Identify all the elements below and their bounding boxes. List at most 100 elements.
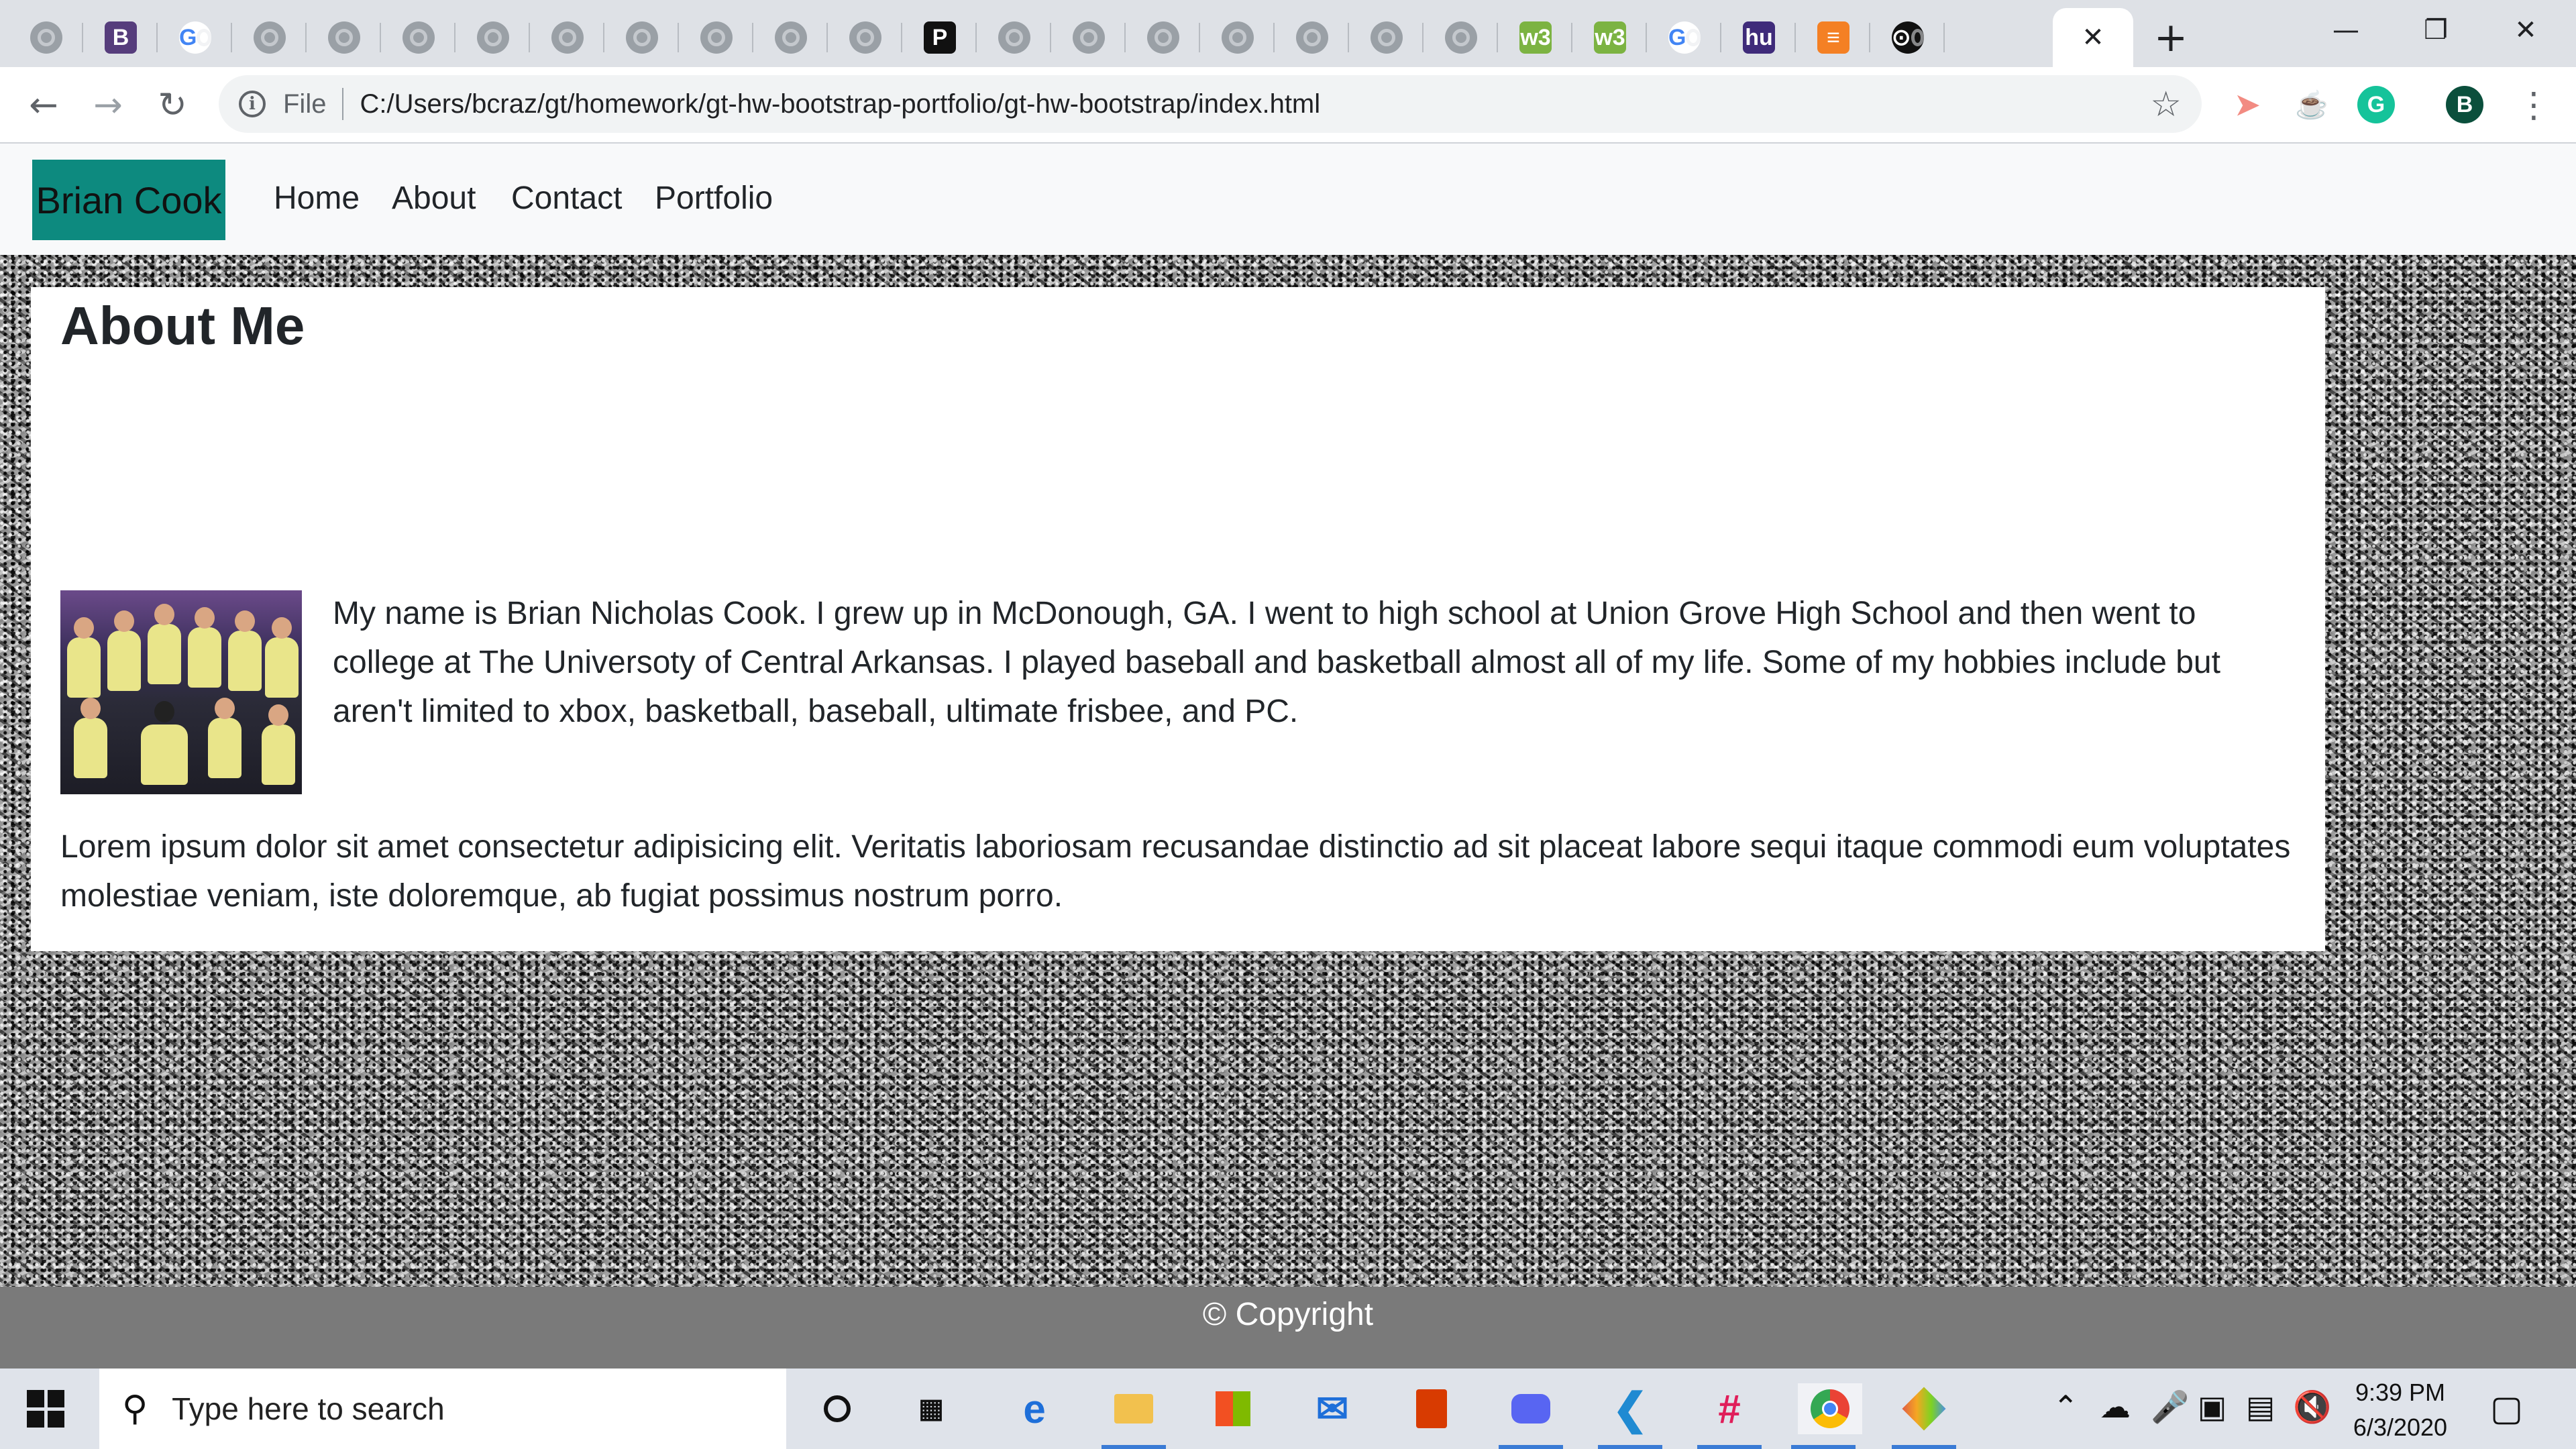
- minimize-button[interactable]: —: [2302, 0, 2390, 60]
- browser-tab[interactable]: [9, 8, 83, 67]
- gitkraken-icon[interactable]: [1892, 1383, 1956, 1449]
- slack-icon[interactable]: #: [1697, 1383, 1762, 1449]
- browser-tab[interactable]: [1126, 8, 1200, 67]
- globe-icon: [1073, 21, 1105, 54]
- tab-separator: [1571, 23, 1572, 52]
- scheme-label: File: [283, 89, 327, 119]
- profile-initial: B: [2456, 91, 2473, 117]
- address-bar[interactable]: i File C:/Users/bcraz/gt/homework/gt-hw-…: [219, 75, 2202, 133]
- browser-tab[interactable]: [1275, 8, 1349, 67]
- tab-separator: [826, 23, 828, 52]
- site-navbar: Brian Cook Home About Contact Portfolio: [0, 144, 2576, 255]
- battery-icon[interactable]: ▣: [2198, 1389, 2226, 1425]
- chrome-icon[interactable]: [1791, 1383, 1862, 1449]
- back-button[interactable]: ←: [20, 82, 67, 129]
- restore-button[interactable]: ❐: [2392, 0, 2479, 60]
- network-icon[interactable]: ▤: [2246, 1389, 2275, 1425]
- browser-tab[interactable]: G: [158, 8, 232, 67]
- globe-icon: [1296, 21, 1328, 54]
- tab-separator: [1273, 23, 1275, 52]
- office-icon[interactable]: [1406, 1383, 1457, 1434]
- forward-button[interactable]: →: [85, 82, 131, 129]
- extension-arrow-icon[interactable]: ➤: [2229, 86, 2266, 123]
- show-hidden-icons-icon[interactable]: ⌃: [2053, 1389, 2079, 1425]
- file-explorer-icon[interactable]: [1102, 1383, 1166, 1449]
- nav-link-portfolio[interactable]: Portfolio: [655, 180, 773, 217]
- globe-icon: [1445, 21, 1477, 54]
- browser-tab[interactable]: w3: [1573, 8, 1647, 67]
- windows-start-icon[interactable]: [27, 1390, 64, 1428]
- browser-tab[interactable]: [605, 8, 679, 67]
- browser-tab[interactable]: ≡: [1796, 8, 1870, 67]
- browser-tab[interactable]: [754, 8, 828, 67]
- search-placeholder: Type here to search: [172, 1391, 445, 1426]
- browser-tab[interactable]: ⊙: [1871, 8, 1945, 67]
- onedrive-icon[interactable]: ☁: [2100, 1389, 2131, 1425]
- globe-icon: [998, 21, 1030, 54]
- browser-tab[interactable]: B: [84, 8, 158, 67]
- browser-tab[interactable]: [382, 8, 455, 67]
- tab-favicon-icon: ⊙: [1892, 21, 1924, 54]
- tab-separator: [454, 23, 455, 52]
- browser-tab[interactable]: [1201, 8, 1275, 67]
- volume-muted-icon[interactable]: 🔇: [2293, 1389, 2331, 1426]
- globe-icon: [849, 21, 881, 54]
- taskbar-search-box[interactable]: ⚲ Type here to search: [99, 1368, 786, 1449]
- browser-tab[interactable]: hu: [1722, 8, 1796, 67]
- browser-tab[interactable]: [531, 8, 604, 67]
- browser-tab[interactable]: [233, 8, 307, 67]
- bookmark-star-icon[interactable]: ☆: [2150, 85, 2182, 125]
- reload-button[interactable]: ↻: [149, 82, 196, 129]
- browser-tab[interactable]: [456, 8, 530, 67]
- url-text[interactable]: C:/Users/bcraz/gt/homework/gt-hw-bootstr…: [360, 89, 1320, 119]
- vscode-icon[interactable]: ❮: [1598, 1383, 1662, 1449]
- microphone-icon[interactable]: 🎤: [2151, 1389, 2189, 1426]
- mail-icon[interactable]: ✉: [1307, 1383, 1358, 1434]
- microsoft-store-icon[interactable]: [1208, 1383, 1258, 1434]
- tab-separator: [156, 23, 158, 52]
- extension-cup-icon[interactable]: ☕: [2293, 86, 2330, 123]
- active-tab[interactable]: ✕: [2053, 8, 2133, 67]
- tab-favicon-icon: hu: [1743, 21, 1775, 54]
- discord-icon[interactable]: [1499, 1383, 1563, 1449]
- tab-favicon-icon: w3: [1594, 21, 1626, 54]
- notifications-icon[interactable]: ▢: [2490, 1389, 2523, 1429]
- tab-separator: [603, 23, 604, 52]
- nav-link-about[interactable]: About: [392, 180, 476, 217]
- browser-tab[interactable]: G: [1648, 8, 1721, 67]
- nav-link-home[interactable]: Home: [274, 180, 360, 217]
- browser-tab[interactable]: [307, 8, 381, 67]
- browser-tab[interactable]: [828, 8, 902, 67]
- globe-icon: [626, 21, 658, 54]
- browser-tab[interactable]: [977, 8, 1051, 67]
- globe-icon: [328, 21, 360, 54]
- tab-separator: [305, 23, 307, 52]
- browser-tab[interactable]: P: [903, 8, 977, 67]
- tab-separator: [380, 23, 381, 52]
- brand-logo[interactable]: Brian Cook: [32, 160, 225, 240]
- new-tab-button[interactable]: +: [2147, 13, 2195, 62]
- browser-tab[interactable]: w3: [1499, 8, 1572, 67]
- menu-kebab-icon[interactable]: ⋮: [2510, 82, 2557, 129]
- task-view-icon[interactable]: ▦: [906, 1383, 957, 1434]
- tab-separator: [1124, 23, 1126, 52]
- globe-icon: [254, 21, 286, 54]
- browser-tab[interactable]: [1052, 8, 1126, 67]
- tab-favicon-icon: w3: [1519, 21, 1552, 54]
- close-tab-icon[interactable]: ✕: [2082, 22, 2104, 53]
- close-window-button[interactable]: ✕: [2482, 0, 2569, 60]
- site-info-icon[interactable]: i: [239, 91, 266, 117]
- tab-separator: [231, 23, 232, 52]
- edge-icon[interactable]: e: [1009, 1383, 1060, 1434]
- tab-favicon-icon: G: [179, 21, 211, 54]
- grammarly-icon[interactable]: G: [2357, 86, 2395, 123]
- browser-tab[interactable]: [1350, 8, 1424, 67]
- taskbar-clock[interactable]: 9:39 PM 6/3/2020: [2333, 1375, 2467, 1445]
- search-icon: ⚲: [122, 1389, 148, 1429]
- profile-avatar[interactable]: B: [2446, 86, 2483, 123]
- tab-separator: [752, 23, 753, 52]
- browser-tab[interactable]: [1424, 8, 1498, 67]
- cortana-icon[interactable]: [812, 1383, 863, 1434]
- nav-link-contact[interactable]: Contact: [511, 180, 622, 217]
- browser-tab[interactable]: [680, 8, 753, 67]
